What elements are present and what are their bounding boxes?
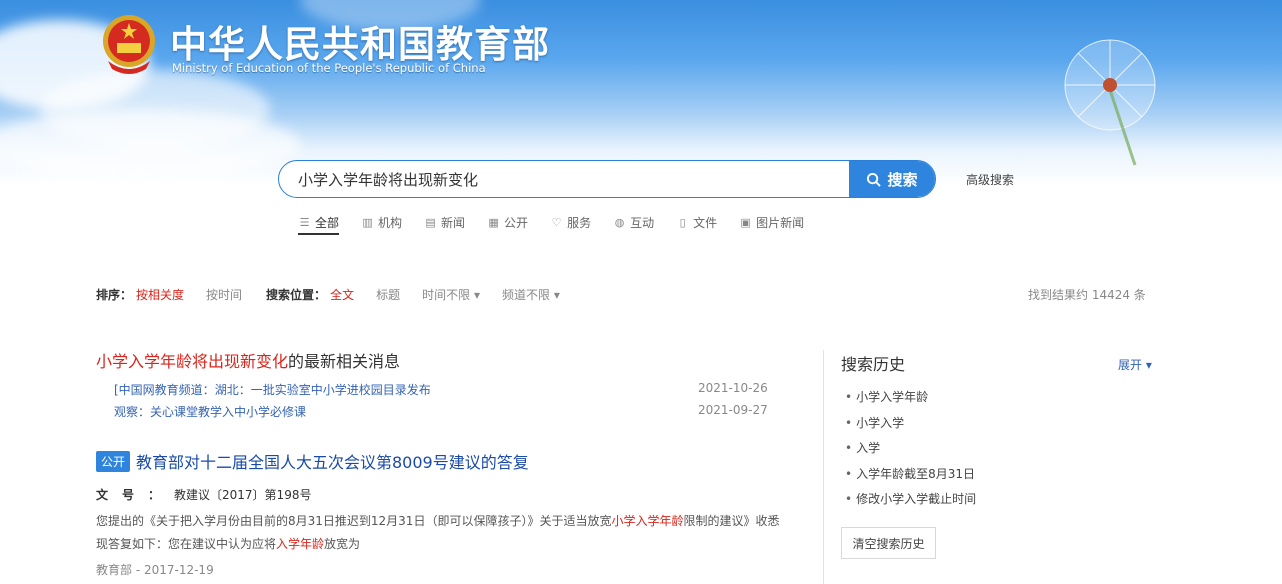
news-item-text: 关心课堂教学入中小学必修课 xyxy=(150,405,307,419)
news-item[interactable]: 观察：关心课堂教学入中小学必修课 xyxy=(114,403,306,420)
sort-relevance[interactable]: 按相关度 xyxy=(136,286,184,303)
time-filter-label: 时间不限 xyxy=(422,288,471,302)
tab-label: 公开 xyxy=(504,215,529,230)
tab-files[interactable]: ▯ 文件 xyxy=(676,212,718,232)
tab-label: 机构 xyxy=(378,215,403,230)
news-heading-suffix: 的最新相关消息 xyxy=(288,352,401,371)
history-title: 搜索历史 xyxy=(841,355,906,374)
search-box: 搜索 xyxy=(278,160,936,198)
tab-label: 全部 xyxy=(315,215,340,230)
history-expand-toggle[interactable]: 展开 ▾ xyxy=(1118,356,1152,373)
sidebar-divider xyxy=(823,350,824,584)
sort-time[interactable]: 按时间 xyxy=(206,286,242,303)
tab-all[interactable]: ☰ 全部 xyxy=(298,212,340,235)
position-title[interactable]: 标题 xyxy=(376,286,400,303)
channel-filter-label: 频道不限 xyxy=(501,288,550,302)
result-snippet-line: 您提出的《关于把入学月份由目前的8月31日推迟到12月31日（即可以保障孩子）》… xyxy=(96,512,780,529)
document-number: 文号：教建议〔2017〕第198号 xyxy=(96,486,311,503)
chevron-down-icon: ▾ xyxy=(473,288,480,302)
tab-institution[interactable]: ▥ 机构 xyxy=(361,212,402,232)
chevron-down-icon: ▾ xyxy=(1145,358,1152,372)
history-item[interactable]: 小学入学 xyxy=(845,414,976,440)
list-icon: ☰ xyxy=(299,215,310,229)
result-count: 找到结果约 14424 条 xyxy=(1028,288,1146,302)
history-expand-label: 展开 xyxy=(1118,358,1143,372)
tab-news[interactable]: ▤ 新闻 xyxy=(424,212,465,232)
news-item-prefix: 观察： xyxy=(114,405,151,419)
snippet-text: 现答复如下：您在建议中认为应将 xyxy=(96,537,277,551)
clear-history-button[interactable]: 清空搜索历史 xyxy=(841,527,936,559)
snippet-text: 放宽为 xyxy=(324,537,361,551)
document-number-label: 文号： xyxy=(96,488,175,502)
tab-label: 文件 xyxy=(693,215,718,230)
site-title: 中华人民共和国教育部 xyxy=(170,23,550,66)
tab-interaction[interactable]: ◍ 互动 xyxy=(613,212,654,232)
building-icon: ▥ xyxy=(362,215,373,229)
search-input[interactable] xyxy=(279,161,868,197)
search-icon xyxy=(867,172,882,187)
news-heading[interactable]: 小学入学年龄将出现新变化的最新相关消息 xyxy=(96,348,400,372)
category-tabs: ☰ 全部 ▥ 机构 ▤ 新闻 ▦ 公开 ♡ 服务 ◍ 互动 ▯ 文件 ▣ 图片新… xyxy=(298,212,826,235)
news-item-date: 2021-09-27 xyxy=(698,403,768,417)
history-item[interactable]: 小学入学年龄 xyxy=(845,388,976,414)
time-filter-dropdown[interactable]: 时间不限 ▾ xyxy=(422,286,480,303)
cloud-decoration xyxy=(0,110,300,180)
news-heading-keyword: 小学入学年龄将出现新变化 xyxy=(96,352,289,371)
snippet-text: 限制的建议》收悉 xyxy=(683,514,780,528)
position-label: 搜索位置： xyxy=(266,288,327,302)
tab-image-news[interactable]: ▣ 图片新闻 xyxy=(739,212,804,232)
search-button-label: 搜索 xyxy=(887,170,918,189)
file-icon: ▯ xyxy=(679,215,686,229)
position-full-text[interactable]: 全文 xyxy=(330,286,354,303)
history-item[interactable]: 入学 xyxy=(845,439,976,465)
snippet-keyword: 小学入学年龄 xyxy=(611,514,684,528)
tab-label: 互动 xyxy=(630,215,655,230)
news-item-prefix: [中国网教育频道： xyxy=(114,383,215,397)
image-icon: ▣ xyxy=(740,215,751,229)
result-snippet-line: 现答复如下：您在建议中认为应将入学年龄放宽为 xyxy=(96,535,776,552)
chevron-down-icon: ▾ xyxy=(553,288,560,302)
sort-label: 排序： xyxy=(96,288,133,302)
news-item-text: 湖北：一批实验室中小学进校园目录发布 xyxy=(214,383,431,397)
tab-label: 图片新闻 xyxy=(756,215,805,230)
channel-filter-dropdown[interactable]: 频道不限 ▾ xyxy=(502,286,560,303)
advanced-search-link[interactable]: 高级搜索 xyxy=(966,171,1014,188)
public-badge: 公开 xyxy=(96,451,131,472)
dandelion-decoration xyxy=(1064,39,1156,166)
document-number-value: 教建议〔2017〕第198号 xyxy=(174,488,312,502)
tab-public[interactable]: ▦ 公开 xyxy=(487,212,528,232)
filter-bar: 排序： 按相关度 按时间 搜索位置： 全文 标题 时间不限 ▾ 频道不限 ▾ xyxy=(96,286,560,303)
tab-service[interactable]: ♡ 服务 xyxy=(550,212,591,232)
result-title-link[interactable]: 教育部对十二届全国人大五次会议第8009号建议的答复 xyxy=(136,449,529,473)
snippet-keyword: 入学年龄 xyxy=(276,537,325,551)
document-icon: ▦ xyxy=(488,215,499,229)
news-item-date: 2021-10-26 xyxy=(698,381,768,395)
site-subtitle: Ministry of Education of the People's Re… xyxy=(172,61,486,75)
heart-icon: ♡ xyxy=(551,215,562,229)
news-item[interactable]: [中国网教育频道：湖北：一批实验室中小学进校园目录发布 xyxy=(114,381,431,398)
history-list: 小学入学年龄 小学入学 入学 入学年龄截至8月31日 修改小学入学截止时间 xyxy=(845,388,976,516)
news-icon: ▤ xyxy=(425,215,436,229)
snippet-text: 您提出的《关于把入学月份由目前的8月31日推迟到12月31日（即可以保障孩子）》… xyxy=(96,514,612,528)
tab-label: 服务 xyxy=(567,215,592,230)
tab-label: 新闻 xyxy=(441,215,466,230)
search-button[interactable]: 搜索 xyxy=(849,161,935,197)
history-item[interactable]: 入学年龄截至8月31日 xyxy=(845,465,976,491)
national-emblem-icon[interactable] xyxy=(100,13,158,75)
result-source: 教育部 - 2017-12-19 xyxy=(96,563,214,577)
history-item[interactable]: 修改小学入学截止时间 xyxy=(845,490,976,516)
chat-icon: ◍ xyxy=(614,215,625,229)
